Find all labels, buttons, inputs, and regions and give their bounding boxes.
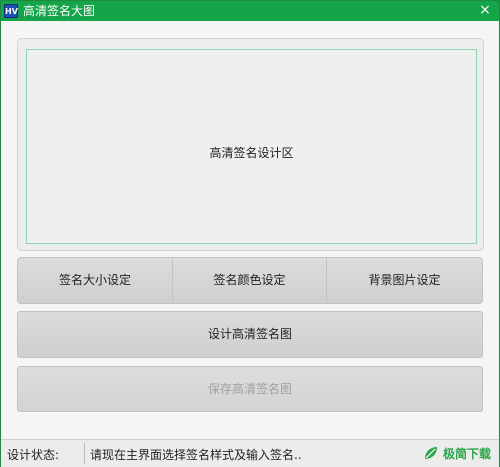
app-window: HV 高清签名大图 × 高清签名设计区 签名大小设定 签名颜色设定 背景图片设定… [0,0,500,467]
main-content: 高清签名设计区 签名大小设定 签名颜色设定 背景图片设定 设计高清签名图 保存高… [1,21,499,439]
window-title: 高清签名大图 [23,4,96,18]
watermark-logo: 极简下载 [423,443,493,463]
status-message: 请现在主界面选择签名样式及输入签名.. [90,448,302,462]
design-area-label: 高清签名设计区 [209,146,294,160]
settings-button-row: 签名大小设定 签名颜色设定 背景图片设定 [17,257,483,304]
status-divider [84,443,85,464]
leaf-logo-icon [425,447,437,459]
background-image-button[interactable]: 背景图片设定 [327,257,483,304]
save-signature-button[interactable]: 保存高清签名图 [17,366,483,412]
signature-color-button[interactable]: 签名颜色设定 [173,257,327,304]
status-bar: 设计状态: 请现在主界面选择签名样式及输入签名.. 极简下载 [1,439,499,467]
design-signature-button[interactable]: 设计高清签名图 [17,311,483,358]
app-icon: HV [4,4,18,18]
signature-design-area: 高清签名设计区 [26,49,477,244]
signature-size-button[interactable]: 签名大小设定 [17,257,173,304]
status-label: 设计状态: [7,448,60,462]
design-panel: 高清签名设计区 [17,38,484,251]
watermark-text: 极简下载 [443,447,492,461]
close-button[interactable]: × [477,2,493,18]
title-bar[interactable]: HV 高清签名大图 × [1,1,499,21]
